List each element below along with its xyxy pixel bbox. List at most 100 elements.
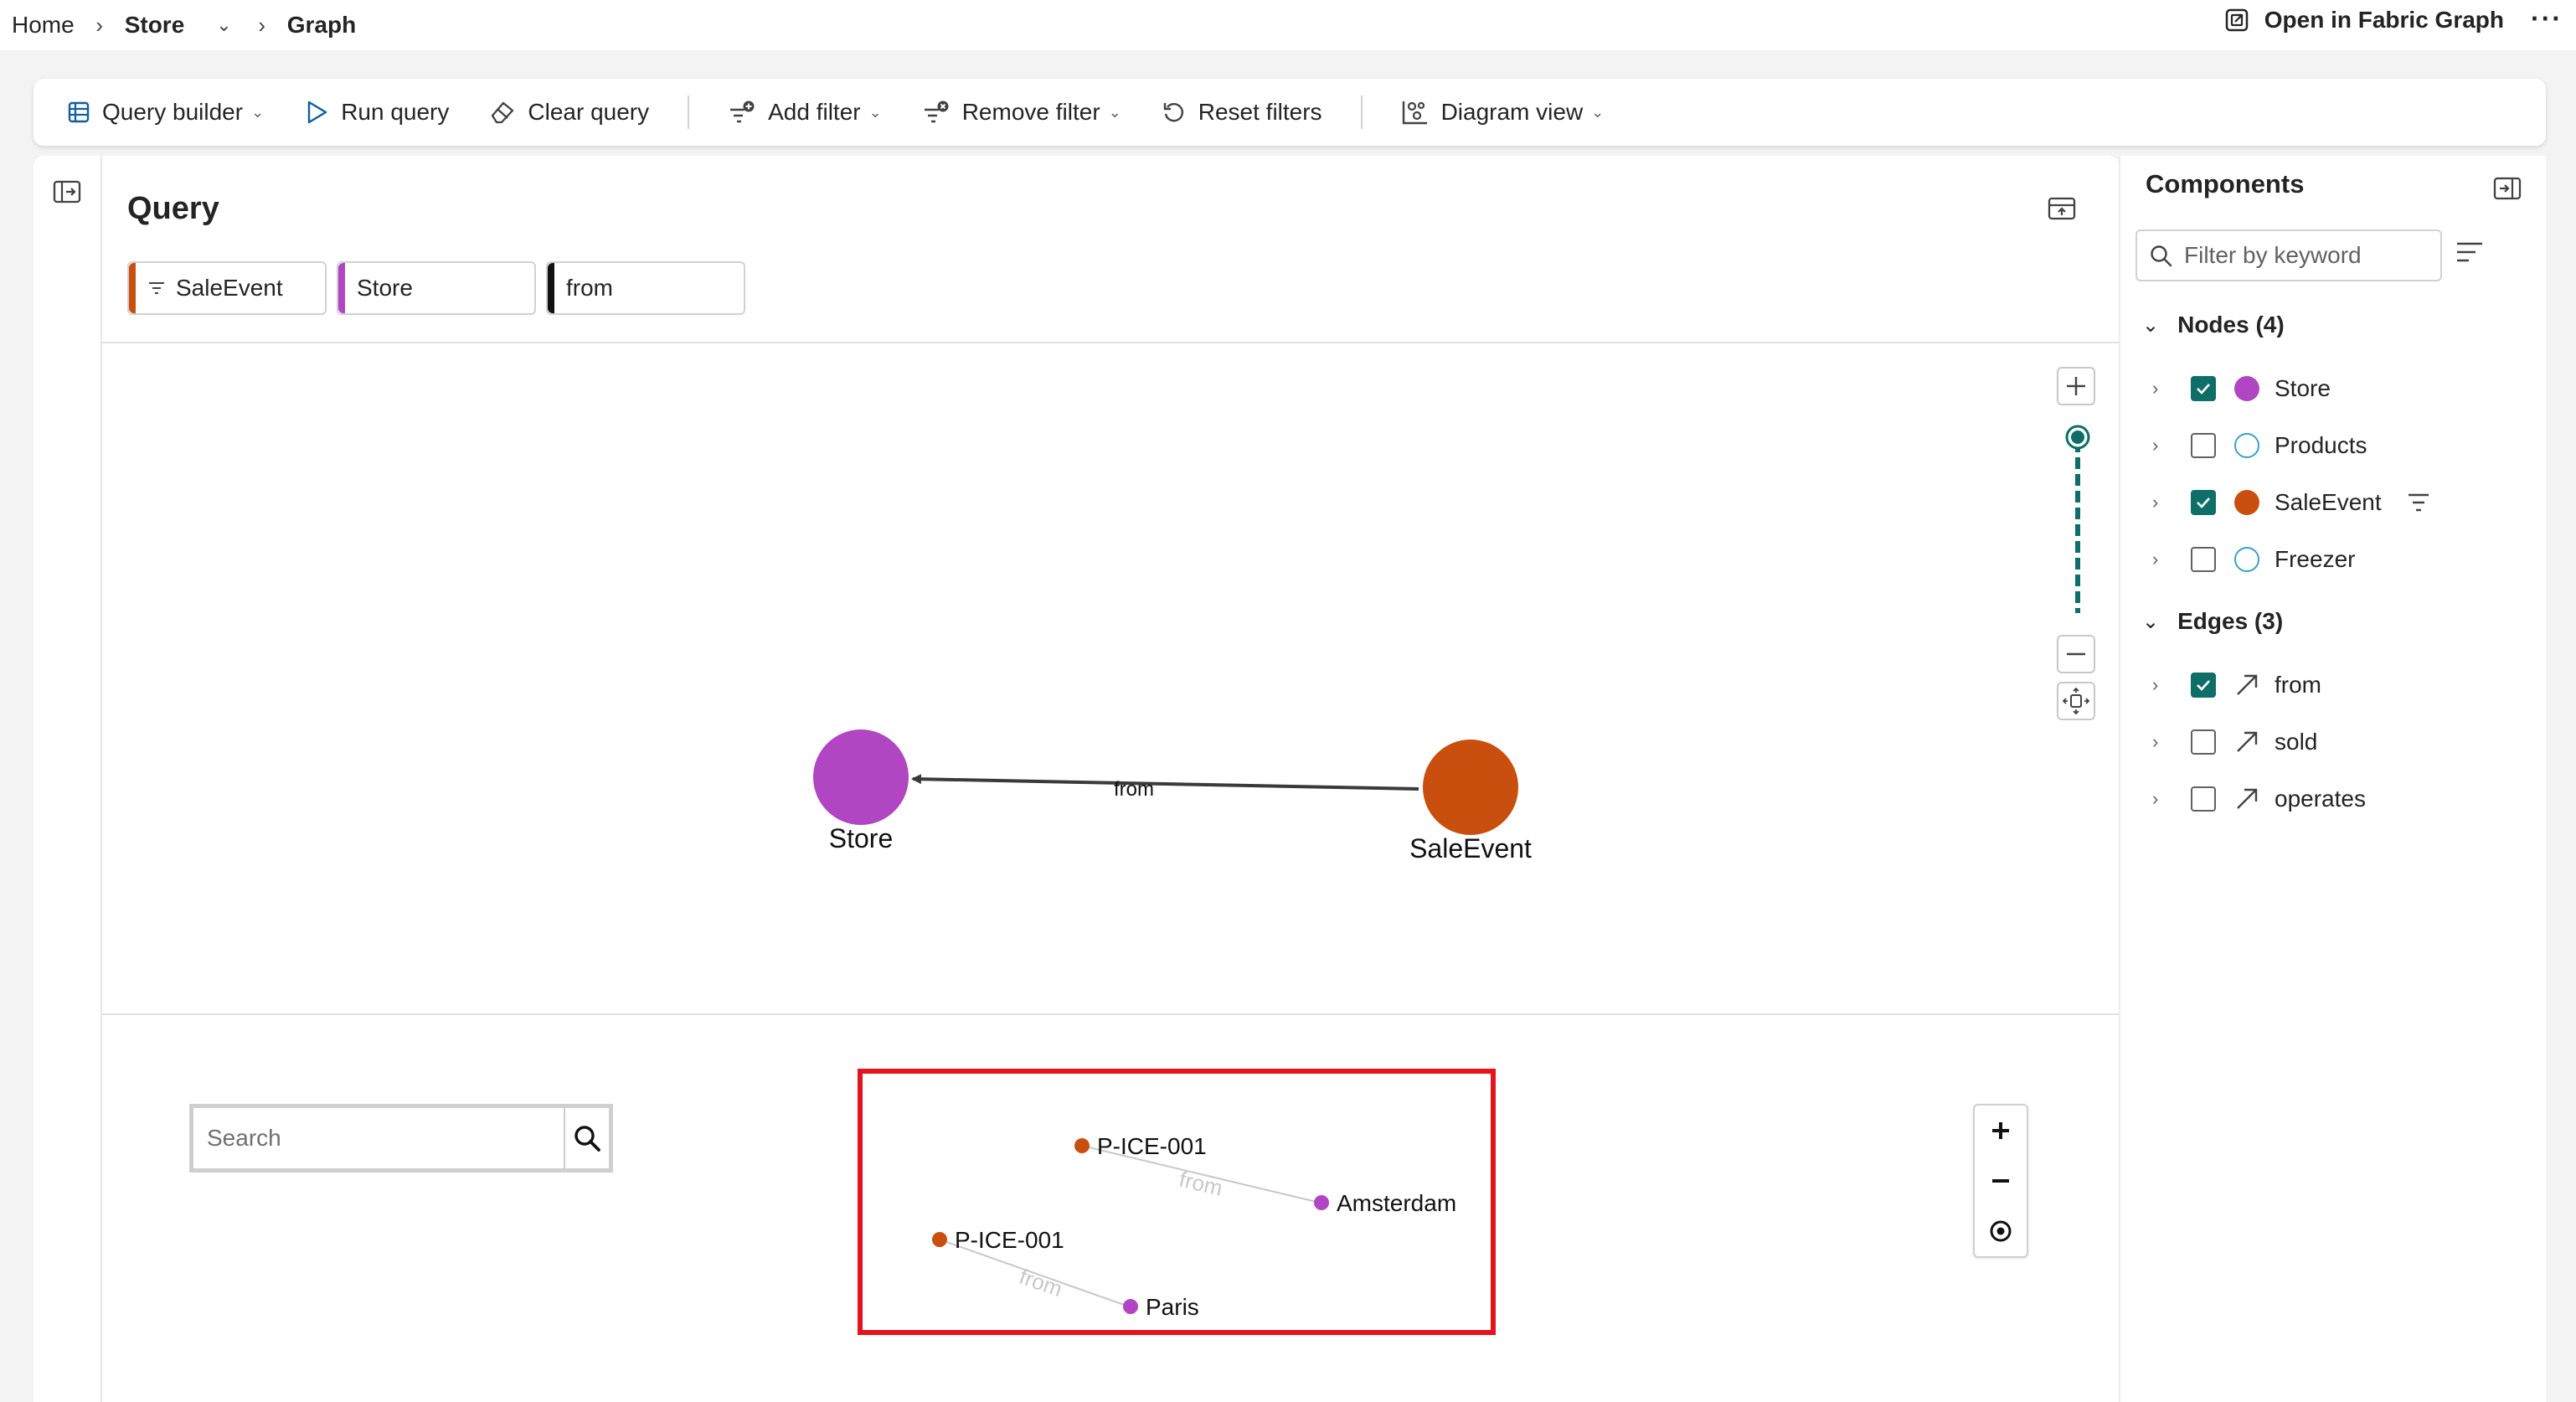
reset-filters-button[interactable]: Reset filters xyxy=(1162,99,1322,126)
diagram-node-saleevent-label: SaleEvent xyxy=(1409,833,1532,863)
expand-panel-icon[interactable] xyxy=(52,179,82,204)
collapse-panel-icon[interactable] xyxy=(2492,176,2522,201)
zoom-slider[interactable] xyxy=(2065,424,2090,615)
chevron-right-icon[interactable]: › xyxy=(2152,731,2191,753)
results-divider xyxy=(102,1013,2119,1015)
node-row-saleevent[interactable]: › SaleEvent xyxy=(2152,486,2430,519)
chevron-down-icon[interactable]: ⌄ xyxy=(216,14,231,36)
edge-checkbox[interactable] xyxy=(2191,729,2216,755)
zoom-in-button[interactable] xyxy=(2057,367,2095,405)
edge-label: from xyxy=(2275,672,2321,698)
result-node-target[interactable] xyxy=(1314,1195,1329,1210)
result-node-source-label: P-ICE-001 xyxy=(1097,1133,1207,1159)
edge-arrow-icon xyxy=(2237,674,2258,695)
node-label: Freezer xyxy=(2275,546,2356,572)
clear-query-button[interactable]: Clear query xyxy=(489,99,649,126)
checkmark-icon xyxy=(2197,497,2210,508)
results-recenter-button[interactable] xyxy=(1975,1206,2027,1256)
chevron-down-icon: ⌄ xyxy=(2142,313,2160,337)
chevron-right-icon[interactable]: › xyxy=(2152,674,2191,696)
diagram-node-saleevent[interactable] xyxy=(1423,740,1518,835)
query-chip-from[interactable]: from xyxy=(546,261,745,315)
chevron-right-icon[interactable]: › xyxy=(2152,549,2191,570)
open-in-fabric-graph-label: Open in Fabric Graph xyxy=(2264,7,2504,33)
breadcrumb-bar: Home › Store ⌄ › Graph Open in Fabric Gr… xyxy=(0,0,2576,50)
add-filter-button[interactable]: Add filter ⌄ xyxy=(728,99,882,126)
edge-row-from[interactable]: › from xyxy=(2152,668,2321,702)
toolbar: Query builder ⌄ Run query Clear query Ad… xyxy=(33,79,2546,146)
more-options-button[interactable]: ··· xyxy=(2531,3,2563,34)
zoom-out-button[interactable] xyxy=(2057,635,2095,673)
collapse-query-icon[interactable] xyxy=(2047,196,2077,221)
edge-row-operates[interactable]: › operates xyxy=(2152,782,2366,816)
chevron-right-icon[interactable]: › xyxy=(2152,788,2191,810)
node-checkbox[interactable] xyxy=(2191,547,2216,572)
query-chip-store[interactable]: Store xyxy=(337,261,536,315)
edge-label: sold xyxy=(2275,729,2318,755)
query-builder-label: Query builder xyxy=(102,99,244,125)
run-query-button[interactable]: Run query xyxy=(304,99,449,126)
left-rail xyxy=(33,156,102,1402)
diagram-view-button[interactable]: Diagram view ⌄ xyxy=(1401,99,1605,126)
chevron-down-icon: ⌄ xyxy=(1591,103,1605,121)
breadcrumb-graph: Graph xyxy=(286,12,357,38)
sort-icon[interactable] xyxy=(2455,241,2484,263)
diagram-node-store[interactable] xyxy=(813,729,909,825)
chevron-right-icon: › xyxy=(95,12,104,38)
edge-checkbox[interactable] xyxy=(2191,673,2216,698)
query-diagram: from Store SaleEvent xyxy=(813,729,1532,863)
toolbar-divider xyxy=(688,95,690,129)
result-node-source[interactable] xyxy=(1074,1138,1090,1153)
minus-icon xyxy=(2067,652,2085,656)
node-row-store[interactable]: › Store xyxy=(2152,372,2331,405)
edge-label: operates xyxy=(2275,786,2366,812)
query-builder-button[interactable]: Query builder ⌄ xyxy=(67,99,264,126)
edge-checkbox[interactable] xyxy=(2191,786,2216,812)
node-checkbox[interactable] xyxy=(2191,490,2216,515)
nodes-section-header[interactable]: ⌄ Nodes (4) xyxy=(2142,312,2285,338)
diagram-edge-from[interactable] xyxy=(911,774,1419,791)
query-title: Query xyxy=(127,191,219,226)
chevron-down-icon: ⌄ xyxy=(1108,103,1121,121)
breadcrumb: Home › Store ⌄ › Graph xyxy=(0,12,356,39)
results-search-input[interactable] xyxy=(193,1108,564,1168)
results-graph-preview: from from P-ICE-001 Amsterdam P-ICE-001 … xyxy=(858,1069,1496,1335)
node-checkbox[interactable] xyxy=(2191,433,2216,458)
diagram-icon xyxy=(1402,101,1427,125)
chevron-right-icon[interactable]: › xyxy=(2152,492,2191,513)
chevron-down-icon: ⌄ xyxy=(251,103,265,121)
result-node-source[interactable] xyxy=(932,1232,947,1247)
components-filter-input[interactable] xyxy=(2184,242,2419,269)
edges-section-header[interactable]: ⌄ Edges (3) xyxy=(2142,608,2283,635)
add-filter-label: Add filter xyxy=(768,99,861,125)
node-row-freezer[interactable]: › Freezer xyxy=(2152,543,2355,576)
chevron-down-icon: ⌄ xyxy=(2142,610,2160,633)
result-node-target[interactable] xyxy=(1123,1299,1138,1314)
components-filter xyxy=(2136,229,2442,281)
chevron-right-icon[interactable]: › xyxy=(2152,435,2191,456)
edge-row-sold[interactable]: › sold xyxy=(2152,725,2317,759)
query-chip-saleevent[interactable]: SaleEvent xyxy=(127,261,327,315)
reset-filters-label: Reset filters xyxy=(1198,99,1322,125)
breadcrumb-store[interactable]: Store xyxy=(125,12,185,39)
breadcrumb-home[interactable]: Home xyxy=(12,12,75,39)
open-in-fabric-graph-button[interactable]: Open in Fabric Graph xyxy=(2224,7,2504,34)
node-checkbox[interactable] xyxy=(2191,376,2216,401)
clear-query-label: Clear query xyxy=(528,99,650,125)
chevron-down-icon: ⌄ xyxy=(868,103,882,121)
results-search xyxy=(189,1104,613,1173)
open-external-icon xyxy=(2225,8,2248,32)
remove-filter-button[interactable]: Remove filter ⌄ xyxy=(922,99,1121,126)
filter-icon[interactable] xyxy=(2407,492,2430,513)
checkmark-icon xyxy=(2197,384,2210,394)
results-search-button[interactable] xyxy=(564,1108,609,1168)
fit-view-button[interactable] xyxy=(2057,682,2095,720)
results-zoom-out-button[interactable] xyxy=(1975,1156,2027,1206)
result-edge-label: from xyxy=(1177,1167,1224,1201)
plus-icon xyxy=(2067,377,2085,395)
chevron-right-icon[interactable]: › xyxy=(2152,378,2191,399)
result-node-source-label: P-ICE-001 xyxy=(955,1227,1064,1253)
node-row-products[interactable]: › Products xyxy=(2152,429,2367,462)
plus-icon xyxy=(1992,1122,2009,1139)
results-zoom-in-button[interactable] xyxy=(1975,1106,2027,1156)
